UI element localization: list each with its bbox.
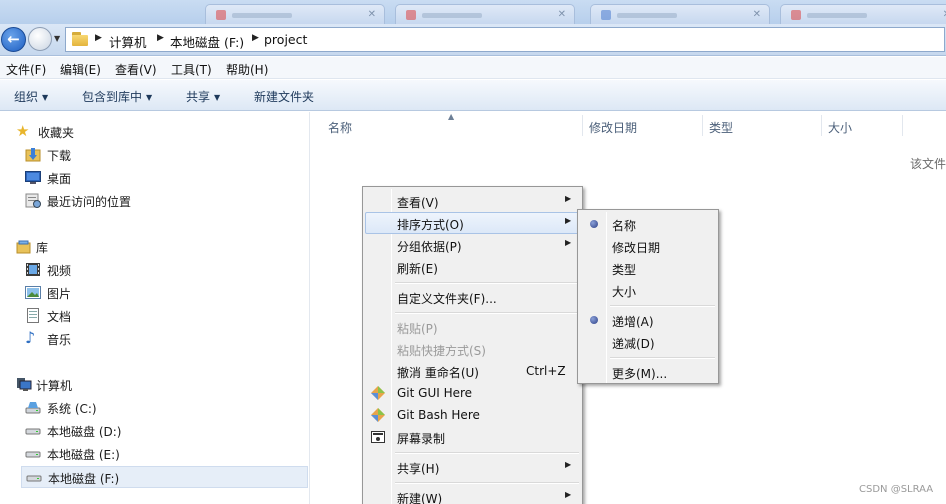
- sort-option-type[interactable]: 类型: [580, 257, 716, 279]
- sort-by-submenu: 名称 修改日期 类型 大小 递增(A) 递减(D) 更多(M)...: [577, 209, 719, 384]
- submenu-arrow-icon: ▶: [565, 194, 572, 203]
- include-in-library-button[interactable]: 包含到库中 ▼: [82, 88, 152, 105]
- menu-separator: [395, 282, 579, 284]
- menu-file[interactable]: 文件(F): [6, 61, 46, 78]
- sort-ascending-icon: ▲: [448, 112, 455, 121]
- chevron-down-icon: ▼: [146, 93, 153, 102]
- sort-option-name[interactable]: 名称: [580, 213, 716, 235]
- nav-item-drive-f[interactable]: 本地磁盘 (F:): [21, 466, 308, 488]
- music-note-icon: ♪: [25, 328, 36, 347]
- title-tab-strip: ✕ ✕ ✕ ✕: [0, 0, 946, 24]
- git-gui-icon: [370, 385, 386, 401]
- breadcrumb-project[interactable]: project: [264, 32, 307, 47]
- sort-option-date-modified[interactable]: 修改日期: [580, 235, 716, 257]
- menu-edit[interactable]: 编辑(E): [60, 61, 101, 78]
- breadcrumb-drive-f[interactable]: 本地磁盘 (F:): [170, 32, 244, 51]
- address-row: ← ▼ ▶ 计算机 ▶ 本地磁盘 (F:) ▶ project: [0, 24, 946, 56]
- menu-bar: 文件(F) 编辑(E) 查看(V) 工具(T) 帮助(H): [0, 57, 946, 79]
- command-bar: 组织 ▼ 包含到库中 ▼ 共享 ▼ 新建文件夹: [0, 80, 946, 111]
- pane-splitter[interactable]: [309, 112, 310, 504]
- background-tab[interactable]: ✕: [205, 4, 385, 24]
- submenu-arrow-icon: ▶: [565, 460, 572, 469]
- menu-separator: [395, 482, 579, 484]
- background-tab[interactable]: ✕: [590, 4, 770, 24]
- menu-item-sort-by[interactable]: 排序方式(O) ▶: [365, 212, 580, 234]
- menu-item-git-gui[interactable]: Git GUI Here: [365, 382, 580, 404]
- watermark: CSDN @SLRAA: [859, 484, 934, 495]
- menu-separator: [610, 357, 715, 359]
- video-icon: [25, 262, 41, 277]
- empty-folder-message: 该文件: [910, 157, 946, 171]
- git-bash-icon: [370, 407, 386, 423]
- forward-button[interactable]: [28, 27, 52, 51]
- desktop-icon: [25, 170, 41, 185]
- menu-item-share[interactable]: 共享(H) ▶: [365, 456, 580, 478]
- recent-pages-dropdown-icon[interactable]: ▼: [54, 34, 60, 43]
- menu-item-new[interactable]: 新建(W) ▶: [365, 486, 580, 504]
- background-tab[interactable]: ✕: [780, 4, 946, 24]
- breadcrumb-computer[interactable]: 计算机: [109, 32, 147, 51]
- computer-icon: [16, 377, 32, 392]
- menu-item-git-bash[interactable]: Git Bash Here: [365, 404, 580, 426]
- column-type[interactable]: 类型: [709, 119, 733, 136]
- menu-item-undo-rename[interactable]: 撤消 重命名(U) Ctrl+Z: [365, 360, 580, 382]
- screen-record-icon: [370, 429, 386, 445]
- column-divider[interactable]: [702, 115, 703, 136]
- radio-selected-icon: [590, 316, 598, 324]
- context-menu: 查看(V) ▶ 排序方式(O) ▶ 分组依据(P) ▶ 刷新(E) 自定义文件夹…: [362, 186, 583, 504]
- menu-view[interactable]: 查看(V): [115, 61, 157, 78]
- column-divider[interactable]: [582, 115, 583, 136]
- menu-item-customize-folder[interactable]: 自定义文件夹(F)...: [365, 286, 580, 308]
- system-drive-icon: [25, 400, 41, 415]
- hard-drive-icon: [25, 446, 41, 461]
- column-divider[interactable]: [902, 115, 903, 136]
- column-divider[interactable]: [821, 115, 822, 136]
- address-bar[interactable]: ▶ 计算机 ▶ 本地磁盘 (F:) ▶ project: [65, 27, 945, 52]
- menu-item-paste-shortcut: 粘贴快捷方式(S): [397, 344, 486, 358]
- column-header-row: ▲ 名称 修改日期 类型 大小: [310, 112, 946, 138]
- menu-item-paste: 粘贴(P): [397, 322, 438, 336]
- picture-icon: [25, 285, 41, 300]
- submenu-arrow-icon: ▶: [565, 490, 572, 499]
- menu-separator: [610, 305, 715, 307]
- star-icon: ★: [16, 122, 30, 140]
- sort-order-ascending[interactable]: 递增(A): [580, 309, 716, 331]
- hard-drive-icon: [25, 423, 41, 438]
- new-folder-button[interactable]: 新建文件夹: [254, 88, 314, 105]
- library-icon: [16, 239, 32, 254]
- menu-separator: [395, 452, 579, 454]
- menu-item-refresh[interactable]: 刷新(E): [365, 256, 580, 278]
- arrow-left-icon: ←: [7, 30, 20, 48]
- background-tab[interactable]: ✕: [395, 4, 575, 24]
- menu-item-view[interactable]: 查看(V) ▶: [365, 190, 580, 212]
- submenu-arrow-icon: ▶: [565, 238, 572, 247]
- hard-drive-icon: [26, 470, 42, 485]
- shortcut-label: Ctrl+Z: [526, 364, 566, 378]
- menu-tools[interactable]: 工具(T): [171, 61, 212, 78]
- breadcrumb-arrow-icon[interactable]: ▶: [157, 33, 164, 43]
- organize-button[interactable]: 组织 ▼: [14, 88, 48, 105]
- breadcrumb-arrow-icon[interactable]: ▶: [252, 33, 259, 43]
- column-size[interactable]: 大小: [828, 119, 852, 136]
- menu-help[interactable]: 帮助(H): [226, 61, 268, 78]
- menu-item-screen-record[interactable]: 屏幕录制: [365, 426, 580, 448]
- column-date-modified[interactable]: 修改日期: [589, 119, 637, 136]
- document-icon: [25, 308, 41, 323]
- submenu-arrow-icon: ▶: [565, 216, 572, 225]
- column-name[interactable]: 名称: [328, 119, 352, 136]
- chevron-down-icon: ▼: [42, 93, 49, 102]
- back-button[interactable]: ←: [1, 27, 26, 52]
- recent-places-icon: [25, 193, 41, 208]
- sort-option-size[interactable]: 大小: [580, 279, 716, 301]
- share-button[interactable]: 共享 ▼: [186, 88, 220, 105]
- breadcrumb-arrow-icon[interactable]: ▶: [95, 33, 102, 43]
- menu-item-group-by[interactable]: 分组依据(P) ▶: [365, 234, 580, 256]
- chevron-down-icon: ▼: [214, 93, 221, 102]
- sort-order-descending[interactable]: 递减(D): [580, 331, 716, 353]
- radio-selected-icon: [590, 220, 598, 228]
- menu-separator: [395, 312, 579, 314]
- sort-option-more[interactable]: 更多(M)...: [580, 361, 716, 383]
- downloads-folder-icon: [25, 147, 41, 162]
- folder-icon: [72, 32, 88, 46]
